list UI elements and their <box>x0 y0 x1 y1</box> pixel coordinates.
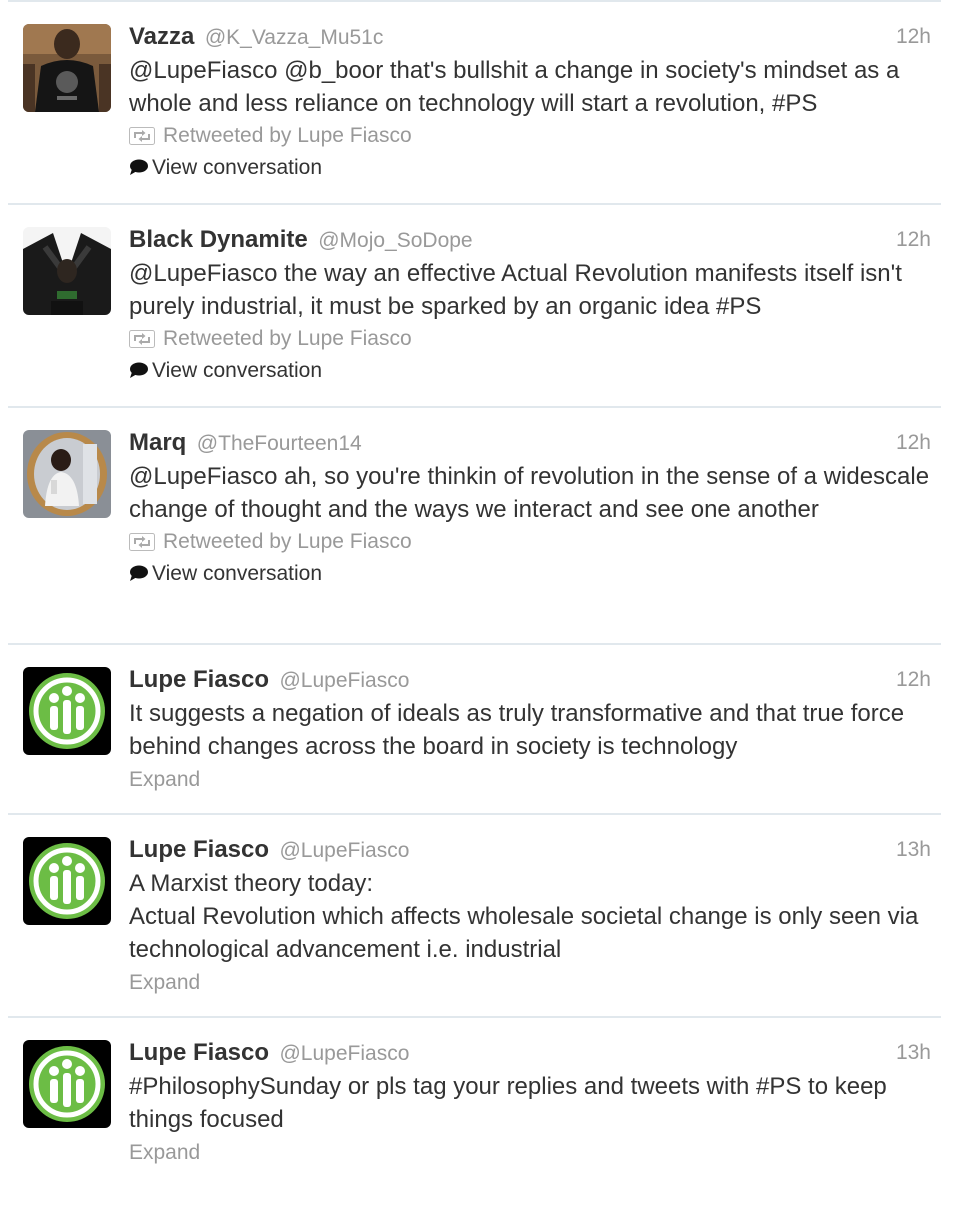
tweet-timestamp[interactable]: 12h <box>896 20 931 54</box>
avatar[interactable] <box>23 837 111 925</box>
speech-bubble-icon <box>129 357 148 389</box>
expand-link[interactable]: Expand <box>129 763 933 796</box>
tweet[interactable]: Lupe Fiasco @LupeFiasco 13h A Marxist th… <box>8 815 941 1018</box>
retweeted-by: Retweeted by Lupe Fiasco <box>129 323 933 355</box>
tweet-fullname[interactable]: Marq <box>129 429 186 456</box>
tweet-text: @LupeFiasco @b_boor that's bullshit a ch… <box>129 57 900 117</box>
tweet-fullname[interactable]: Lupe Fiasco <box>129 666 269 693</box>
tweet[interactable]: Marq @TheFourteen14 12h @LupeFiasco ah, … <box>8 408 941 645</box>
view-conversation-label[interactable]: View conversation <box>152 562 322 585</box>
view-conversation-link[interactable]: View conversation <box>129 355 933 387</box>
tweet[interactable]: Lupe Fiasco @LupeFiasco 13h #PhilosophyS… <box>8 1018 941 1218</box>
retweet-icon <box>129 529 155 561</box>
tweet-text: @LupeFiasco ah, so you're thinkin of rev… <box>129 463 930 523</box>
speech-bubble-icon <box>129 560 148 592</box>
tweet[interactable]: Lupe Fiasco @LupeFiasco 12h It suggests … <box>8 645 941 815</box>
timeline: Vazza @K_Vazza_Mu51c 12h @LupeFiasco @b_… <box>8 2 941 1218</box>
tweet-timestamp[interactable]: 12h <box>896 663 931 697</box>
retweeted-by-label[interactable]: Retweeted by Lupe Fiasco <box>163 124 412 147</box>
retweeted-by-label[interactable]: Retweeted by Lupe Fiasco <box>163 327 412 350</box>
tweet-text: It suggests a negation of ideals as trul… <box>129 700 905 760</box>
view-conversation-label[interactable]: View conversation <box>152 156 322 179</box>
avatar[interactable] <box>23 24 111 112</box>
tweet-timestamp[interactable]: 13h <box>896 833 931 867</box>
retweeted-by: Retweeted by Lupe Fiasco <box>129 120 933 152</box>
avatar[interactable] <box>23 430 111 518</box>
tweet-username[interactable]: @LupeFiasco <box>279 669 409 692</box>
retweet-icon <box>129 123 155 155</box>
tweet-text: @LupeFiasco the way an effective Actual … <box>129 260 902 320</box>
tweet[interactable]: Black Dynamite @Mojo_SoDope 12h @LupeFia… <box>8 205 941 408</box>
view-conversation-link[interactable]: View conversation <box>129 152 933 184</box>
avatar[interactable] <box>23 1040 111 1128</box>
tweet-fullname[interactable]: Lupe Fiasco <box>129 836 269 863</box>
tweet-fullname[interactable]: Lupe Fiasco <box>129 1039 269 1066</box>
tweet-username[interactable]: @LupeFiasco <box>279 1042 409 1065</box>
tweet-fullname[interactable]: Vazza <box>129 23 194 50</box>
tweet-text: #PhilosophySunday or pls tag your replie… <box>129 1073 887 1133</box>
view-conversation-label[interactable]: View conversation <box>152 359 322 382</box>
tweet-username[interactable]: @Mojo_SoDope <box>318 229 472 252</box>
retweeted-by-label[interactable]: Retweeted by Lupe Fiasco <box>163 530 412 553</box>
expand-link[interactable]: Expand <box>129 1136 933 1169</box>
view-conversation-link[interactable]: View conversation <box>129 558 933 590</box>
retweet-icon <box>129 326 155 358</box>
tweet-text: A Marxist theory today: Actual Revolutio… <box>129 870 919 963</box>
retweeted-by: Retweeted by Lupe Fiasco <box>129 526 933 558</box>
tweet-username[interactable]: @LupeFiasco <box>279 839 409 862</box>
tweet-username[interactable]: @K_Vazza_Mu51c <box>205 26 384 49</box>
tweet-username[interactable]: @TheFourteen14 <box>197 432 362 455</box>
avatar[interactable] <box>23 667 111 755</box>
avatar[interactable] <box>23 227 111 315</box>
tweet-timestamp[interactable]: 12h <box>896 223 931 257</box>
tweet-fullname[interactable]: Black Dynamite <box>129 226 308 253</box>
tweet-timestamp[interactable]: 12h <box>896 426 931 460</box>
tweet[interactable]: Vazza @K_Vazza_Mu51c 12h @LupeFiasco @b_… <box>8 2 941 205</box>
expand-link[interactable]: Expand <box>129 966 933 999</box>
speech-bubble-icon <box>129 154 148 186</box>
tweet-timestamp[interactable]: 13h <box>896 1036 931 1070</box>
